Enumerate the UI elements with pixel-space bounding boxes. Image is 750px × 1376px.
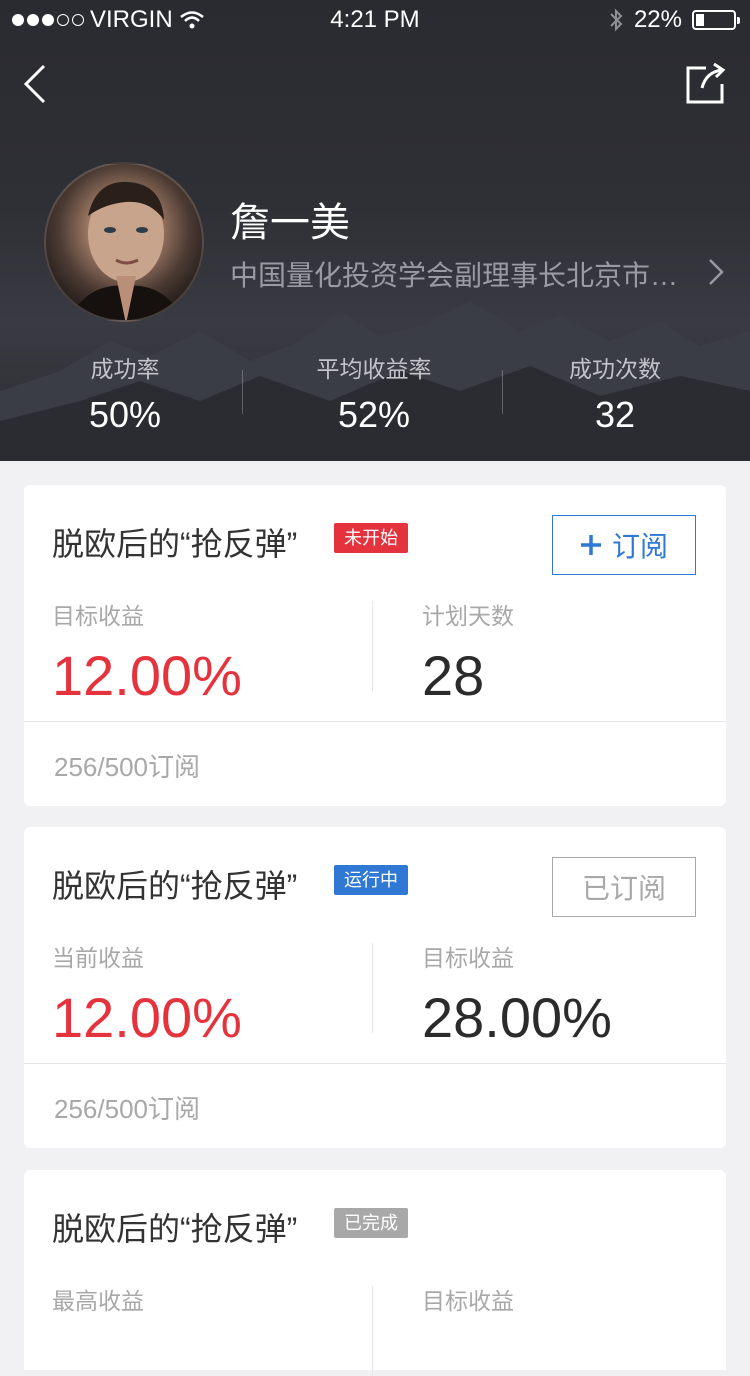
strategy-card[interactable]: 脱欧后的“抢反弹” 运行中 已订阅 当前收益 12.00% 目标收益 28.00… [24, 827, 726, 1148]
subscribed-button[interactable]: 已订阅 [552, 857, 696, 917]
divider [24, 1063, 726, 1064]
metric-value: 28.00% [422, 986, 612, 1049]
strategy-card[interactable]: 脱欧后的“抢反弹” 已完成 最高收益 目标收益 [24, 1170, 726, 1376]
divider [372, 1286, 373, 1376]
card-title: 脱欧后的“抢反弹” [52, 1211, 298, 1247]
battery-percent: 22% [633, 6, 682, 33]
metric-left: 当前收益 12.00% [52, 939, 242, 1050]
profile-name: 詹一美 [230, 201, 350, 245]
metric-label: 目标收益 [422, 1288, 514, 1314]
bluetooth-icon [610, 8, 623, 32]
stat-success-rate: 成功率 50% [0, 350, 250, 436]
subscribe-label: 订阅 [611, 531, 668, 562]
divider [372, 601, 373, 691]
chevron-right-icon[interactable] [708, 258, 724, 286]
stat-value: 52% [337, 394, 411, 435]
metric-label: 目标收益 [422, 945, 514, 971]
status-bar: VIRGIN 4:21 PM 22% [0, 0, 750, 40]
divider [24, 721, 726, 722]
metric-label: 计划天数 [422, 603, 514, 629]
profile-header: VIRGIN 4:21 PM 22% 詹一美 中国量化投资学会副理事长北京市… … [0, 0, 750, 461]
stat-value: 32 [594, 394, 636, 435]
stat-avg-return: 平均收益率 52% [249, 350, 499, 436]
metric-left: 目标收益 12.00% [52, 597, 242, 708]
stat-label: 成功次数 [569, 356, 661, 382]
status-badge: 运行中 [334, 865, 408, 895]
divider [372, 943, 373, 1033]
metric-value: 28 [422, 644, 485, 707]
stat-label: 成功率 [90, 356, 160, 382]
divider [242, 370, 243, 414]
metric-right: 目标收益 [422, 1282, 514, 1316]
subscription-count: 256/500订阅 [54, 1094, 200, 1124]
plus-icon [580, 535, 601, 555]
stats-row: 成功率 50% 平均收益率 52% 成功次数 32 [0, 350, 750, 435]
metric-value: 12.00% [52, 644, 242, 707]
metric-label: 目标收益 [52, 603, 144, 629]
status-badge: 已完成 [334, 1208, 408, 1238]
back-arrow-icon[interactable] [18, 62, 58, 106]
stat-value: 50% [88, 394, 162, 435]
metric-label: 最高收益 [52, 1288, 144, 1314]
subscription-count: 256/500订阅 [54, 752, 200, 782]
metric-value: 12.00% [52, 986, 242, 1049]
stat-label: 平均收益率 [316, 356, 432, 382]
strategy-card[interactable]: 脱欧后的“抢反弹” 未开始 订阅 目标收益 12.00% 计划天数 28 256… [24, 485, 726, 806]
metric-left: 最高收益 [52, 1282, 144, 1316]
metric-right: 计划天数 28 [422, 597, 514, 708]
share-icon[interactable] [684, 62, 728, 106]
metric-right: 目标收益 28.00% [422, 939, 612, 1050]
profile-title[interactable]: 中国量化投资学会副理事长北京市… [230, 254, 680, 294]
battery-icon [692, 10, 740, 30]
avatar [44, 162, 204, 322]
stat-success-count: 成功次数 32 [490, 350, 740, 436]
card-title: 脱欧后的“抢反弹” [52, 868, 298, 904]
status-badge: 未开始 [334, 523, 408, 553]
subscribe-button[interactable]: 订阅 [552, 515, 696, 575]
metric-label: 当前收益 [52, 945, 144, 971]
card-title: 脱欧后的“抢反弹” [52, 526, 298, 562]
